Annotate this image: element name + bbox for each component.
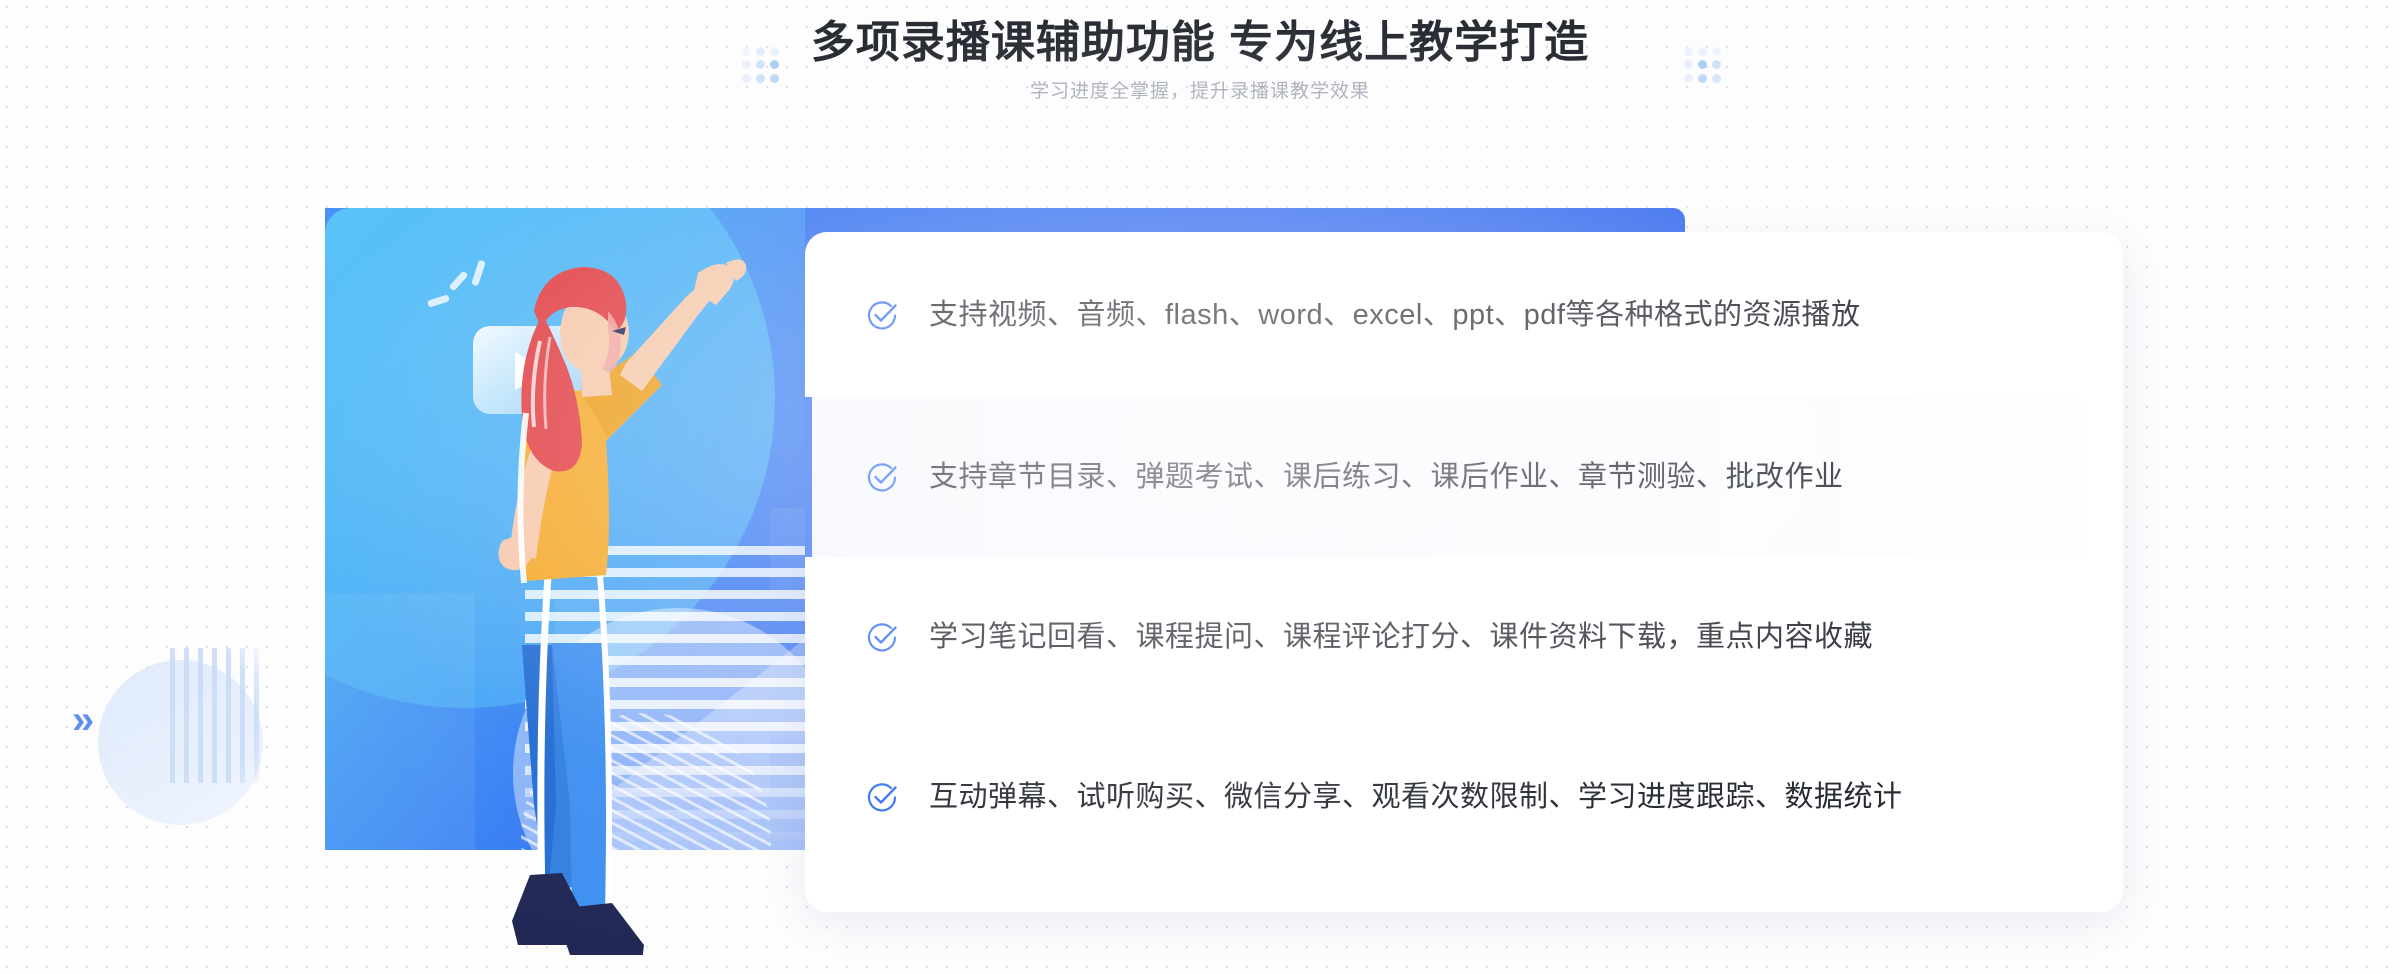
feature-row[interactable]: 支持章节目录、弹题考试、课后练习、课后作业、章节测验、批改作业 [805, 397, 2123, 557]
feature-text: 支持视频、音频、flash、word、excel、ppt、pdf等各种格式的资源… [929, 298, 1861, 331]
header: 多项录播课辅助功能 专为线上教学打造 学习进度全掌握，提升录播课教学效果 [0, 12, 2400, 106]
chevron-right-icon: » [72, 698, 95, 742]
feature-row[interactable]: 支持视频、音频、flash、word、excel、ppt、pdf等各种格式的资源… [805, 232, 2123, 397]
feature-text: 互动弹幕、试听购买、微信分享、观看次数限制、学习进度跟踪、数据统计 [929, 781, 1903, 813]
dot-grid-decoration-left [740, 46, 780, 84]
feature-row[interactable]: 互动弹幕、试听购买、微信分享、观看次数限制、学习进度跟踪、数据统计 [805, 717, 2123, 877]
feature-row[interactable]: 学习笔记回看、课程提问、课程评论打分、课件资料下载，重点内容收藏 [805, 557, 2123, 717]
check-circle-icon [867, 463, 897, 492]
feature-text: 学习笔记回看、课程提问、课程评论打分、课件资料下载，重点内容收藏 [929, 621, 1874, 653]
dot-grid-decoration-right [1682, 46, 1722, 84]
row-accent-bar [805, 397, 812, 557]
check-circle-icon [867, 300, 897, 329]
page-stage: 多项录播课辅助功能 专为线上教学打造 学习进度全掌握，提升录播课教学效果 » 支… [0, 0, 2400, 974]
check-circle-icon [867, 623, 897, 652]
decorative-hatch-lines [170, 648, 265, 783]
feature-text: 支持章节目录、弹题考试、课后练习、课后作业、章节测验、批改作业 [929, 461, 1844, 493]
check-circle-icon [867, 783, 897, 812]
page-subtitle: 学习进度全掌握，提升录播课教学效果 [1029, 81, 1370, 102]
features-card: 支持视频、音频、flash、word、excel、ppt、pdf等各种格式的资源… [805, 232, 2123, 912]
person-illustration [498, 259, 747, 955]
page-title: 多项录播课辅助功能 专为线上教学打造 [810, 18, 1590, 67]
